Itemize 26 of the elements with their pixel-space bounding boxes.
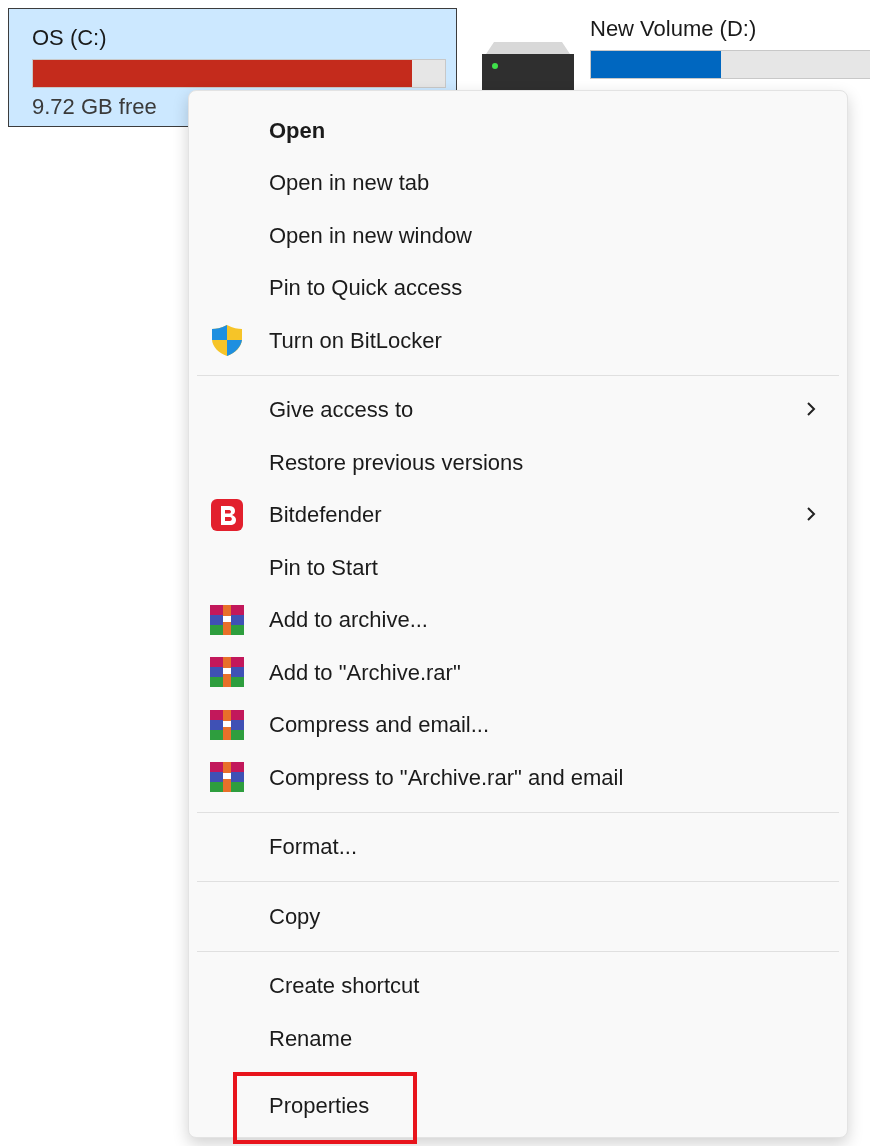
b-letter-icon [210,497,244,532]
menu-item[interactable]: Add to "Archive.rar" [269,655,461,689]
menu-item[interactable]: Give access to [269,393,414,427]
stacked-books-icon [210,655,244,690]
menu-item[interactable]: Pin to Quick access [269,271,463,305]
menu-item[interactable]: Compress to "Archive.rar" and email [269,760,624,794]
menu-item[interactable]: Turn on BitLocker [269,323,442,357]
menu-item[interactable]: Open in new tab [269,166,430,200]
menu-item[interactable]: Copy [269,899,321,933]
menu-item[interactable]: Open in new window [269,218,472,252]
free-space-text: 9.72 GB free [32,94,158,120]
stacked-books-icon [210,760,244,795]
stacked-books-icon [210,707,244,742]
shield-icon [210,323,244,358]
stacked-books-icon [210,602,244,637]
menu-item[interactable]: Compress and email... [269,708,490,742]
menu-item[interactable]: Properties [269,1089,370,1123]
menu-item[interactable]: Bitdefender [269,498,382,532]
menu-item[interactable]: Add to archive... [269,603,428,637]
drive-label: New Volume (D:) [590,16,758,42]
menu-item[interactable]: Restore previous versions [269,445,524,479]
menu-item[interactable]: Rename [269,1021,353,1055]
menu-item[interactable]: Pin to Start [269,550,378,584]
menu-item[interactable]: Create shortcut [269,969,420,1003]
menu-item[interactable]: Format... [269,830,357,864]
drive-label: OS (C:) [32,25,108,51]
